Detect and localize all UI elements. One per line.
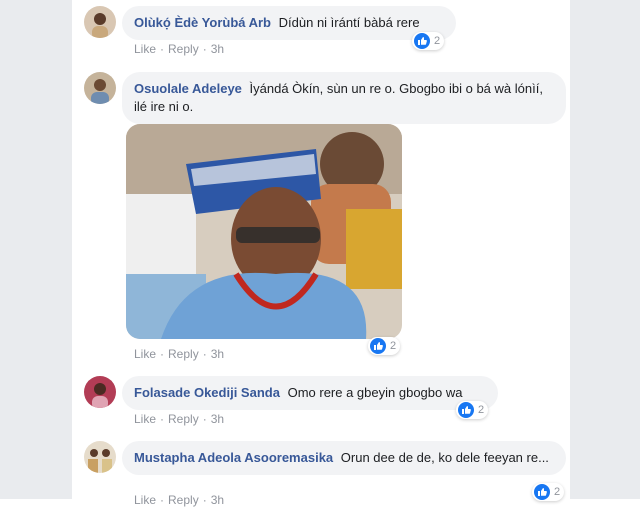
comment-bubble: Olùkọ́ Èdè Yorùbá Arb Dídùn ni ìrántí bà… [122,6,456,40]
page-right-margin [570,0,640,499]
separator: · [160,347,165,361]
reply-link[interactable]: Reply [168,493,199,507]
comment-photo[interactable] [126,124,402,339]
reply-link[interactable]: Reply [168,412,199,426]
comment-author[interactable]: Mustapha Adeola Asooremasika [134,450,333,465]
reaction-number: 2 [554,486,561,498]
avatar[interactable] [84,376,116,408]
comment-text: Omo rere a gbeyin gbogbo wa [287,385,463,400]
separator: · [160,493,165,507]
comment-thread: Olùkọ́ Èdè Yorùbá Arb Dídùn ni ìrántí bà… [72,0,570,507]
avatar[interactable] [84,441,116,473]
timestamp[interactable]: 3h [211,412,224,426]
reaction-count[interactable]: 2 [412,32,445,50]
avatar[interactable] [84,6,116,38]
comment-actions: Like · Reply · 3h [134,347,224,361]
reply-link[interactable]: Reply [168,42,199,56]
comment-author[interactable]: Olùkọ́ Èdè Yorùbá Arb [134,15,271,30]
page-left-margin [0,0,72,499]
comment-bubble: Osuolale Adeleye Ìyándá Òkín, sùn un re … [122,72,566,124]
reply-link[interactable]: Reply [168,347,199,361]
comment-actions: Like · Reply · 3h [134,42,224,56]
like-link[interactable]: Like [134,493,156,507]
separator: · [160,42,165,56]
avatar[interactable] [84,72,116,104]
like-link[interactable]: Like [134,42,156,56]
like-link[interactable]: Like [134,347,156,361]
reaction-number: 2 [390,340,397,352]
timestamp[interactable]: 3h [211,347,224,361]
thumbs-up-icon [458,402,474,418]
separator: · [202,42,207,56]
thumbs-up-icon [534,484,550,500]
comment-actions: Like · Reply · 3h [134,412,224,426]
reaction-count[interactable]: 2 [456,401,489,419]
separator: · [202,347,207,361]
reaction-number: 2 [434,35,441,47]
separator: · [202,493,207,507]
comment-text: Orun dee de de, ko dele feeyan re... [340,450,549,465]
separator: · [202,412,207,426]
reaction-number: 2 [478,404,485,416]
comment-author[interactable]: Folasade Okediji Sanda [134,385,280,400]
thumbs-up-icon [370,338,386,354]
comment-text: Dídùn ni ìrántí bàbá rere [278,15,420,30]
separator: · [160,412,165,426]
timestamp[interactable]: 3h [211,493,224,507]
like-link[interactable]: Like [134,412,156,426]
timestamp[interactable]: 3h [211,42,224,56]
comment-actions: Like · Reply · 3h [134,493,224,507]
thumbs-up-icon [414,33,430,49]
reaction-count[interactable]: 2 [532,483,565,501]
comment-bubble: Folasade Okediji Sanda Omo rere a gbeyin… [122,376,498,410]
comment-bubble: Mustapha Adeola Asooremasika Orun dee de… [122,441,566,475]
reaction-count[interactable]: 2 [368,337,401,355]
comment-author[interactable]: Osuolale Adeleye [134,81,242,96]
